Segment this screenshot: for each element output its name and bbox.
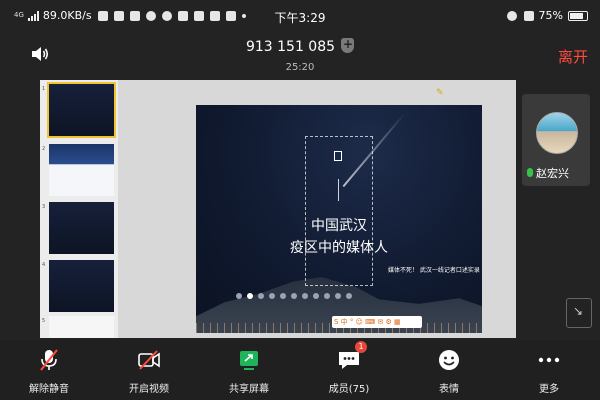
share-screen-label: 共享屏幕: [229, 384, 269, 395]
fullscreen-button[interactable]: [566, 298, 592, 328]
slide-number: 5: [42, 318, 46, 324]
page-dot[interactable]: [269, 293, 275, 299]
status-bar: 4G 89.0KB/s 下午3:29 75%: [0, 0, 600, 34]
slide-number: 1: [42, 86, 46, 92]
document-icon: [334, 151, 342, 161]
unmute-label: 解除静音: [29, 384, 69, 395]
page-dot[interactable]: [258, 293, 264, 299]
meeting-id[interactable]: 913 151 085: [0, 37, 600, 55]
shared-screen[interactable]: 1 2 3 4 5 ✎ 中国武汉 疫区中的媒体人 媒体不死！ 武汉一线记者口述实…: [40, 80, 516, 338]
meeting-toolbar: 解除静音 开启视频 共享屏幕 1 成员(75) 表情 更多: [0, 340, 600, 400]
slide-thumbnail: 5: [42, 316, 116, 338]
page-dot[interactable]: [291, 293, 297, 299]
battery-percent: 75%: [538, 9, 563, 22]
page-dot-active[interactable]: [247, 293, 253, 299]
slide-title-line1: 中国武汉: [311, 218, 367, 234]
share-screen-icon: [240, 351, 258, 370]
emoji-icon: [439, 350, 459, 370]
slide-thumbnail-image: [49, 202, 114, 254]
unmute-button[interactable]: 解除静音: [4, 340, 94, 400]
members-label: 成员(75): [328, 384, 370, 395]
start-video-button[interactable]: 开启视频: [104, 340, 194, 400]
avatar: [536, 112, 578, 154]
mic-muted-icon: [40, 349, 58, 371]
share-screen-button[interactable]: 共享屏幕: [204, 340, 294, 400]
slide-thumbnail: 4: [42, 260, 116, 314]
slide-thumbnail-image: [49, 316, 114, 338]
participant-name: 赵宏兴: [536, 167, 569, 180]
slide-number: 3: [42, 204, 46, 210]
more-button[interactable]: 更多: [504, 340, 594, 400]
meeting-duration: 25:20: [285, 62, 315, 73]
mic-active-icon: [527, 168, 533, 177]
slide-thumbnail: 1: [42, 82, 116, 138]
page-dot[interactable]: [280, 293, 286, 299]
divider: [338, 179, 339, 201]
slide-thumbnail: 2: [42, 144, 116, 198]
slide-title-line2: 疫区中的媒体人: [290, 240, 388, 256]
pen-icon: ✎: [436, 88, 444, 98]
slide-thumbnail-panel: 1 2 3 4 5: [40, 80, 118, 338]
slide-pagination: [236, 293, 352, 299]
members-button[interactable]: 1 成员(75): [304, 340, 394, 400]
more-icon: [538, 357, 560, 363]
battery-icon: [568, 10, 588, 21]
start-video-label: 开启视频: [129, 384, 169, 395]
slide-thumbnail-image: [49, 260, 114, 312]
slide-thumbnail-image: [47, 82, 116, 138]
slide-thumbnail: 3: [42, 202, 116, 256]
page-dot[interactable]: [335, 293, 341, 299]
slide-number: 2: [42, 146, 46, 152]
camera-off-icon: [138, 350, 160, 370]
page-dot[interactable]: [346, 293, 352, 299]
slide-subtitle: 媒体不死！ 武汉一线记者口述实录: [388, 267, 480, 274]
members-badge: 1: [355, 341, 367, 353]
shield-icon: [341, 37, 355, 53]
reactions-label: 表情: [439, 384, 459, 395]
alarm-icon: [506, 10, 517, 21]
page-dot[interactable]: [324, 293, 330, 299]
page-dot[interactable]: [313, 293, 319, 299]
slide-number: 4: [42, 262, 46, 268]
participant-video-tile[interactable]: 赵宏兴: [522, 94, 590, 186]
main-slide: 中国武汉 疫区中的媒体人 媒体不死！ 武汉一线记者口述实录: [196, 105, 482, 333]
leave-button[interactable]: 离开: [558, 46, 588, 67]
slide-thumbnail-image: [49, 144, 114, 196]
reactions-button[interactable]: 表情: [404, 340, 494, 400]
input-method-toolbar[interactable]: S 中 ° ☺ ⌨ ✉ ⚙ ▦: [332, 316, 422, 328]
wifi-icon: [523, 10, 534, 21]
page-dot[interactable]: [302, 293, 308, 299]
more-label: 更多: [539, 384, 559, 395]
page-dot[interactable]: [236, 293, 242, 299]
meeting-id-text: 913 151 085: [245, 39, 336, 55]
